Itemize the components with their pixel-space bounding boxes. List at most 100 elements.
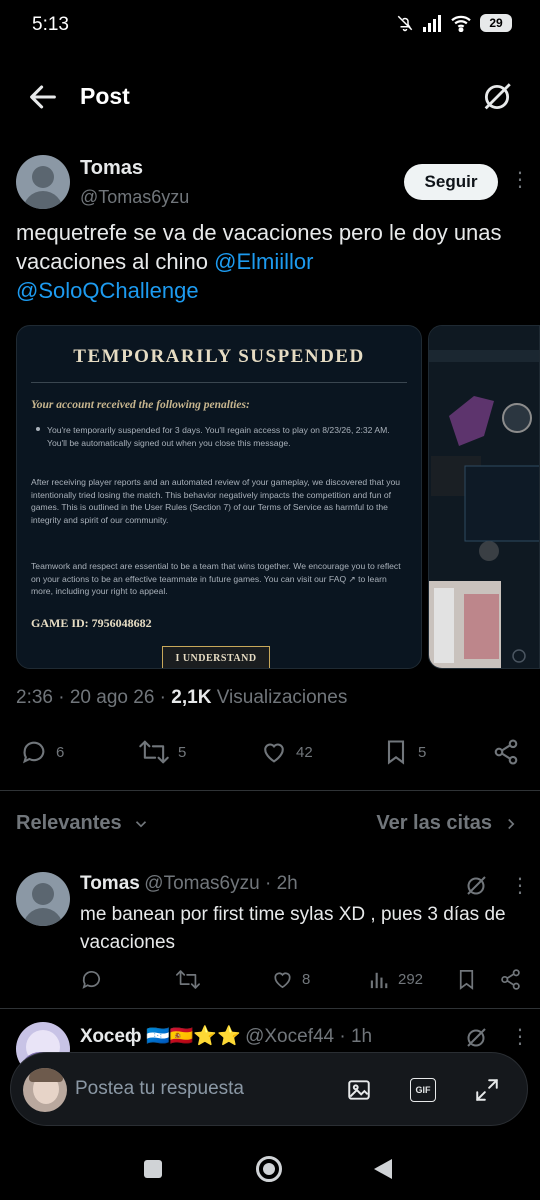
repost-icon — [176, 970, 200, 989]
status-icons: 29 — [396, 14, 512, 32]
post-text: mequetrefe se va de vacaciones pero le d… — [16, 218, 516, 305]
bookmark-icon — [459, 970, 474, 990]
recents-button[interactable] — [144, 1160, 162, 1178]
heart-icon — [274, 972, 291, 989]
suspension-paragraph: After receiving player reports and an au… — [31, 477, 401, 525]
like-button[interactable]: 42 — [260, 738, 313, 766]
reply-author-handle[interactable]: @Tomas6yzu · 2h — [144, 873, 297, 894]
reply-button[interactable] — [80, 968, 103, 991]
mention-link[interactable]: @SoloQChallenge — [16, 278, 199, 303]
bookmark-button[interactable]: 5 — [382, 738, 426, 766]
views-button[interactable]: 292 — [367, 968, 423, 991]
share-button[interactable] — [492, 738, 520, 766]
grok-button[interactable] — [480, 80, 514, 114]
author-name[interactable]: Tomas — [80, 157, 143, 180]
expand-icon — [476, 1079, 498, 1101]
suspension-paragraph: Teamwork and respect are essential to be… — [31, 561, 401, 596]
grok-icon — [467, 1028, 486, 1047]
home-button[interactable] — [256, 1156, 282, 1182]
views-count: 292 — [398, 971, 424, 988]
grok-icon — [467, 876, 486, 895]
post-image-secondary[interactable] — [428, 325, 540, 669]
back-button[interactable] — [26, 80, 60, 114]
author-emoji-flags: 🇭🇳🇪🇸⭐⭐ — [146, 1026, 241, 1047]
view-quotes-label: Ver las citas — [376, 812, 492, 834]
more-options-icon[interactable]: ⋮ — [510, 876, 530, 896]
game-id: GAME ID: 7956048682 — [31, 616, 152, 630]
views-count: 2,1K — [171, 687, 212, 708]
bookmark-button[interactable] — [455, 968, 478, 991]
gif-button[interactable]: GIF — [410, 1078, 436, 1102]
chevron-right-icon — [508, 818, 515, 829]
back-triangle-icon — [374, 1159, 392, 1179]
signal-icon — [423, 15, 441, 32]
reply-text: me banean por first time sylas XD , pues… — [80, 904, 506, 953]
suspension-subtitle: Your account received the following pena… — [31, 399, 250, 411]
repost-button[interactable] — [175, 968, 201, 991]
view-quotes-link[interactable]: Ver las citas — [376, 812, 520, 835]
post-meta: 2:36 · 20 ago 26 · 2,1K Visualizaciones — [16, 687, 347, 709]
post-timestamp: 2:36 · 20 ago 26 · — [16, 687, 172, 708]
sort-replies-dropdown[interactable]: Relevantes — [16, 812, 150, 835]
reply-avatar[interactable] — [16, 872, 70, 926]
reply-author-name[interactable]: Tomas — [80, 873, 140, 894]
suspension-bullet: You're temporarily suspended for 3 days.… — [47, 425, 390, 448]
bookmark-icon — [387, 740, 405, 765]
game-screenshot-thumbnail — [429, 326, 539, 668]
author-avatar[interactable] — [16, 155, 70, 209]
views-label: Visualizaciones — [211, 687, 348, 708]
reply-header: Хосеф 🇭🇳🇪🇸⭐⭐ @Xocef44 · 1h — [80, 1024, 372, 1048]
mention-link[interactable]: @Elmiillor — [214, 249, 313, 274]
share-button[interactable] — [499, 968, 522, 991]
gif-label: GIF — [415, 1085, 431, 1095]
image-icon — [348, 1080, 370, 1100]
page-title: Post — [80, 83, 130, 109]
system-nav-bar — [0, 1140, 540, 1200]
chevron-down-icon — [135, 820, 146, 827]
back-arrow-icon — [30, 85, 56, 109]
reply-author-name[interactable]: Хосеф — [80, 1026, 142, 1047]
reply-icon — [82, 971, 101, 989]
bell-off-icon — [397, 15, 413, 32]
reply-header: Tomas @Tomas6yzu · 2h — [80, 873, 298, 895]
post-image-suspension[interactable]: TEMPORARILY SUSPENDED Your account recei… — [16, 325, 422, 669]
status-time: 5:13 — [32, 14, 69, 35]
composer-avatar — [23, 1068, 67, 1112]
bookmark-count: 5 — [418, 743, 427, 761]
understand-button: I UNDERSTAND — [162, 646, 270, 668]
like-count: 8 — [302, 971, 311, 988]
repost-button[interactable]: 5 — [138, 738, 186, 766]
repost-count: 5 — [178, 743, 187, 761]
back-nav-button[interactable] — [372, 1158, 394, 1180]
divider — [0, 790, 540, 791]
like-button[interactable]: 8 — [271, 968, 310, 991]
analytics-icon — [370, 972, 388, 989]
grok-button[interactable] — [464, 1026, 488, 1050]
grok-button[interactable] — [464, 874, 488, 898]
repost-icon — [139, 740, 169, 764]
follow-button[interactable]: Seguir — [404, 164, 498, 200]
share-icon — [494, 739, 518, 765]
author-handle[interactable]: @Tomas6yzu — [80, 187, 189, 208]
wifi-icon — [451, 15, 471, 32]
bullet-dot — [36, 427, 40, 431]
reply-input[interactable]: Postea tu respuesta — [75, 1078, 244, 1100]
battery-indicator: 29 — [480, 14, 512, 32]
reply-icon — [23, 741, 45, 764]
sort-label: Relevantes — [16, 812, 122, 834]
image-button[interactable] — [346, 1077, 372, 1103]
grok-icon — [484, 83, 511, 110]
more-options-icon[interactable]: ⋮ — [510, 170, 530, 190]
share-icon — [501, 969, 520, 990]
divider — [0, 1008, 540, 1009]
more-options-icon[interactable]: ⋮ — [510, 1027, 530, 1047]
reply-composer[interactable]: Postea tu respuesta GIF — [10, 1052, 528, 1126]
reply-author-handle[interactable]: @Xocef44 · 1h — [245, 1026, 372, 1047]
reply-count: 6 — [56, 743, 65, 761]
divider — [31, 382, 407, 383]
suspension-title: TEMPORARILY SUSPENDED — [73, 346, 365, 367]
heart-icon — [264, 743, 284, 763]
like-count: 42 — [296, 743, 313, 761]
reply-button[interactable]: 6 — [20, 738, 64, 766]
expand-button[interactable] — [474, 1077, 500, 1103]
